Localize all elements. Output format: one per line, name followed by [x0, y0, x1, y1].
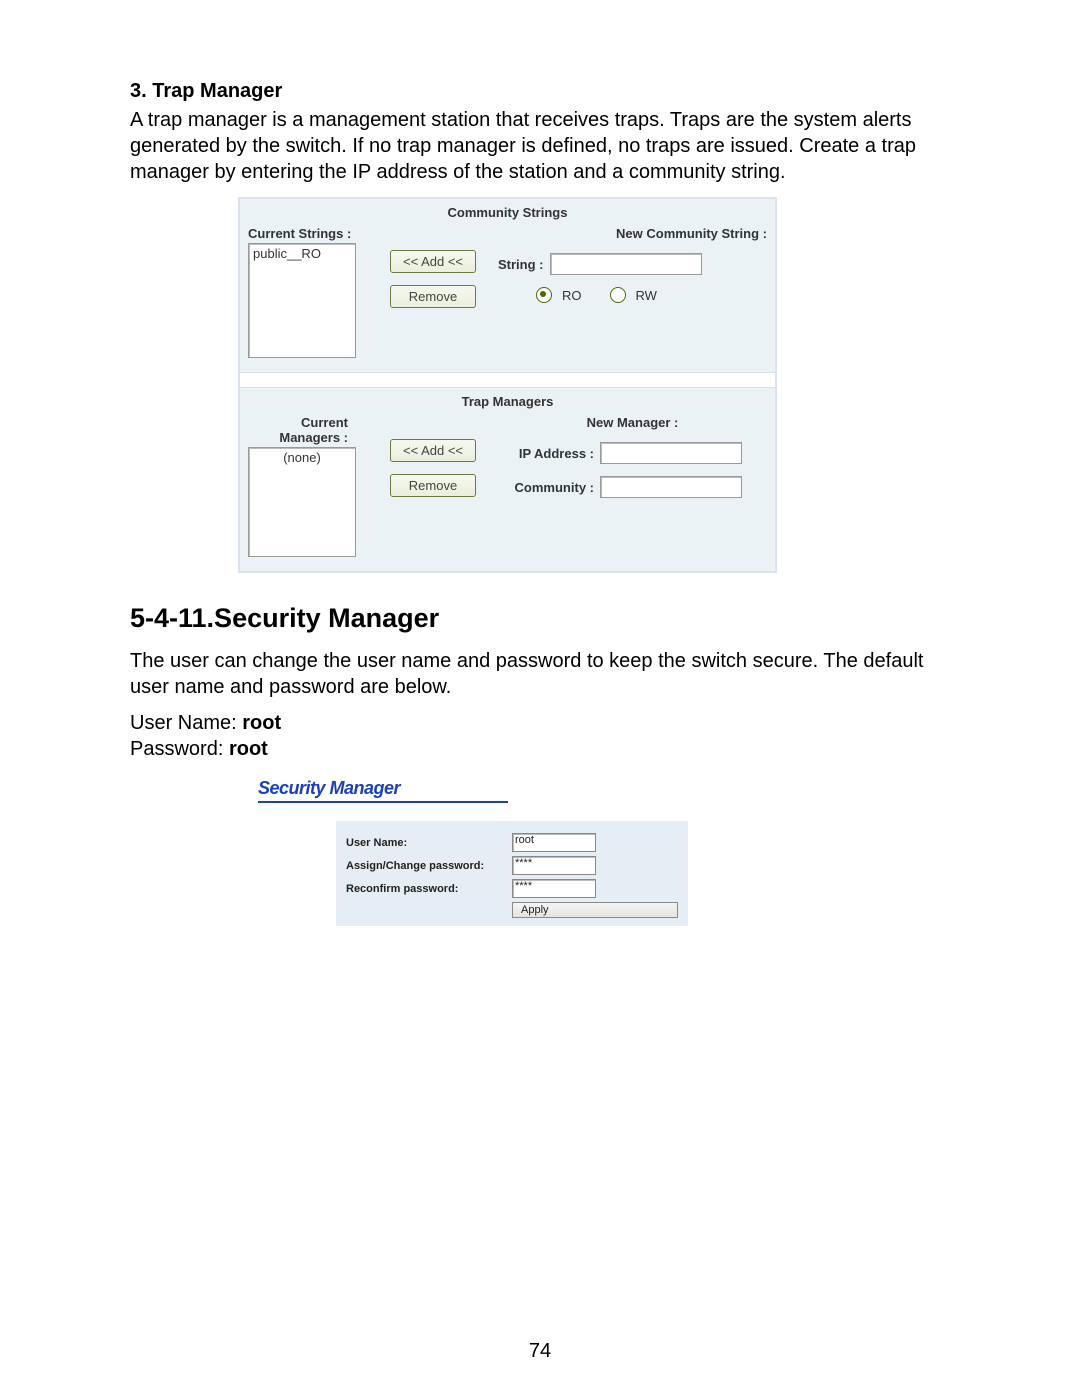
sm-username-input[interactable]: root — [512, 833, 596, 852]
ip-address-label: IP Address : — [498, 446, 594, 461]
new-manager-label: New Manager : — [498, 415, 767, 430]
current-managers-label: Current Managers : — [248, 415, 348, 445]
trap-managers-section: Current Managers : (none) << Add << Remo… — [240, 411, 775, 571]
trap-manager-heading: 3. Trap Manager — [130, 80, 950, 103]
ro-radio[interactable] — [536, 287, 552, 303]
trap-manager-description: A trap manager is a management station t… — [130, 107, 950, 185]
sm-apply-button[interactable]: Apply — [512, 902, 678, 918]
page-number: 74 — [0, 1340, 1080, 1363]
rw-radio[interactable] — [610, 287, 626, 303]
security-manager-screenshot: Security Manager User Name: root Assign/… — [258, 778, 738, 926]
community-remove-button[interactable]: Remove — [390, 285, 476, 308]
default-password-line: Password: root — [130, 736, 950, 762]
current-strings-listbox[interactable]: public__RO — [248, 243, 356, 358]
community-strings-title: Community Strings — [240, 199, 775, 222]
manager-remove-button[interactable]: Remove — [390, 474, 476, 497]
sm-password-input[interactable]: **** — [512, 856, 596, 875]
security-manager-description: The user can change the user name and pa… — [130, 648, 950, 700]
current-managers-listbox[interactable]: (none) — [248, 447, 356, 557]
sm-password-label: Assign/Change password: — [346, 860, 512, 872]
panel-divider — [240, 372, 775, 388]
default-username-line: User Name: root — [130, 710, 950, 736]
password-label: Password: — [130, 738, 229, 760]
ip-address-input[interactable] — [600, 442, 742, 464]
community-strings-section: Current Strings : public__RO << Add << R… — [240, 222, 775, 372]
security-manager-heading: 5-4-11.Security Manager — [130, 603, 950, 634]
community-add-button[interactable]: << Add << — [390, 250, 476, 273]
security-manager-panel: User Name: root Assign/Change password: … — [336, 821, 688, 926]
manager-add-button[interactable]: << Add << — [390, 439, 476, 462]
community-label: Community : — [498, 480, 594, 495]
trap-managers-title: Trap Managers — [240, 388, 775, 411]
security-manager-title: Security Manager — [258, 778, 508, 803]
username-label: User Name: — [130, 712, 242, 734]
community-string-input[interactable] — [550, 253, 702, 275]
sm-reconfirm-input[interactable]: **** — [512, 879, 596, 898]
snmp-config-panel: Community Strings Current Strings : publ… — [238, 197, 777, 573]
ro-radio-label: RO — [562, 288, 582, 303]
sm-reconfirm-label: Reconfirm password: — [346, 883, 512, 895]
rw-radio-label: RW — [636, 288, 657, 303]
current-strings-label: Current Strings : — [248, 226, 368, 241]
username-value: root — [242, 712, 281, 734]
new-community-string-label: New Community String : — [498, 226, 767, 241]
sm-username-label: User Name: — [346, 837, 512, 849]
community-input[interactable] — [600, 476, 742, 498]
string-label: String : — [498, 257, 544, 272]
password-value: root — [229, 738, 268, 760]
